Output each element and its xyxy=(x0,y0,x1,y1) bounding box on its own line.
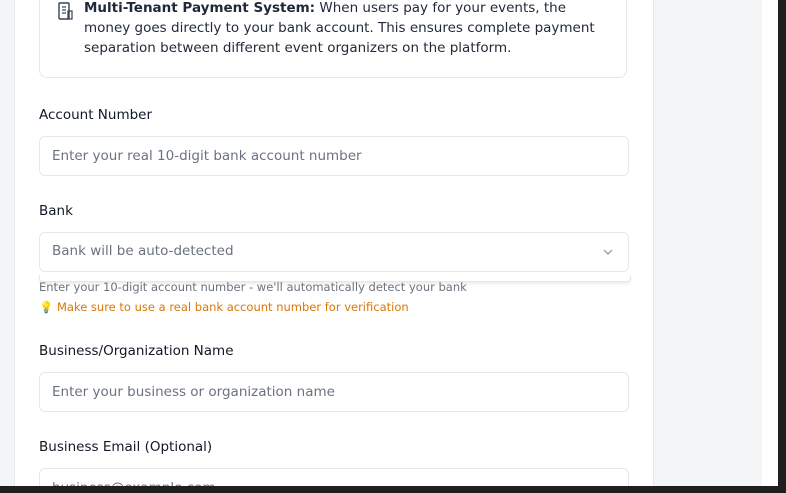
business-email-input[interactable] xyxy=(39,468,629,486)
info-text: Multi-Tenant Payment System: When users … xyxy=(84,0,614,58)
payment-settings-card: Multi-Tenant Payment System: When users … xyxy=(14,0,654,486)
bank-select[interactable]: Bank will be auto-detected xyxy=(39,232,629,272)
info-title: Multi-Tenant Payment System: xyxy=(84,0,316,16)
bank-building-icon xyxy=(58,2,73,20)
multi-tenant-info-box: Multi-Tenant Payment System: When users … xyxy=(39,0,627,78)
window-edge-right xyxy=(778,0,786,493)
chevron-down-icon xyxy=(603,249,613,255)
bank-label: Bank xyxy=(39,203,73,219)
bank-help-text: Enter your 10-digit account number - we'… xyxy=(39,280,467,294)
scrollbar-track[interactable] xyxy=(762,0,778,486)
account-number-input[interactable] xyxy=(39,136,629,176)
bank-select-value: Bank will be auto-detected xyxy=(52,243,234,259)
bank-tip-text: 💡 Make sure to use a real bank account n… xyxy=(39,300,409,314)
business-email-label: Business Email (Optional) xyxy=(39,439,213,455)
scroll-area[interactable]: Multi-Tenant Payment System: When users … xyxy=(0,0,778,486)
window-edge-bottom xyxy=(0,486,786,493)
business-name-label: Business/Organization Name xyxy=(39,343,234,359)
business-name-input[interactable] xyxy=(39,372,629,412)
account-number-label: Account Number xyxy=(39,107,153,123)
